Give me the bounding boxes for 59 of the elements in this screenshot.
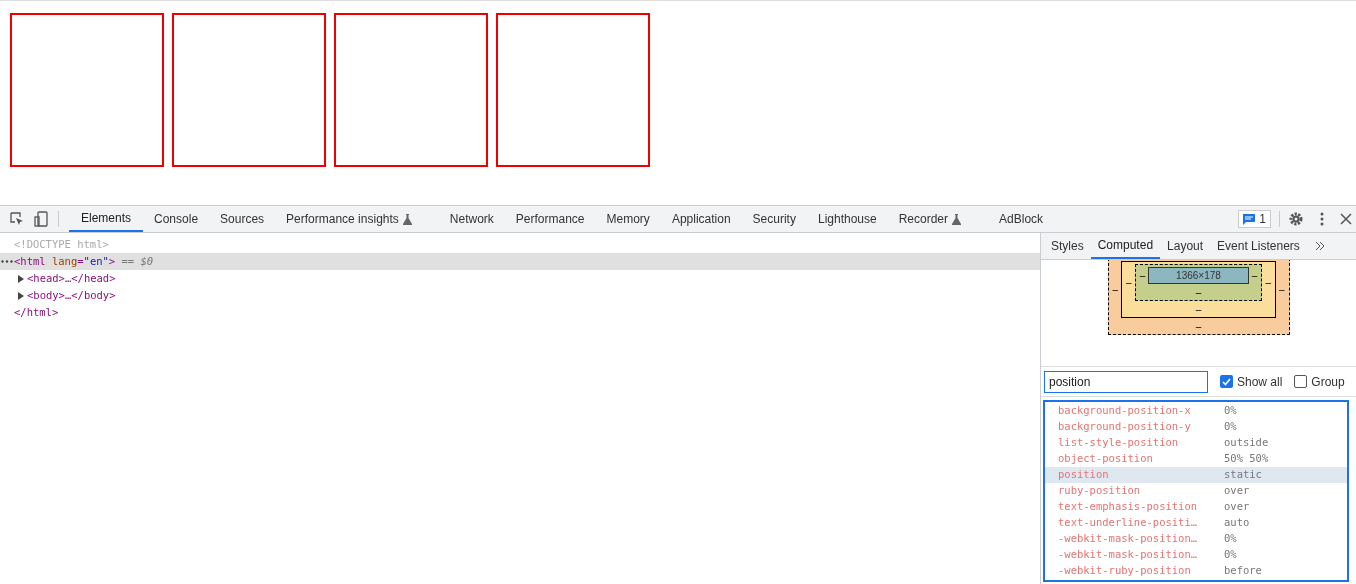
content-box: 1366×178 xyxy=(1148,267,1249,284)
expand-arrow-icon[interactable] xyxy=(18,291,24,300)
chevrons-icon[interactable] xyxy=(1314,241,1325,251)
box-model-value: – xyxy=(1112,284,1119,295)
sidebar-tab[interactable]: Styles xyxy=(1044,233,1091,259)
box-model-value: – xyxy=(1139,270,1146,281)
flask-icon xyxy=(402,213,412,225)
device-icon[interactable] xyxy=(34,211,48,227)
dom-line[interactable]: <html lang="en"> == $0 xyxy=(14,253,154,270)
box-model-value: – xyxy=(1265,277,1271,288)
more-icon[interactable] xyxy=(1320,212,1324,226)
box-model-value: – xyxy=(1251,270,1258,281)
property-row[interactable]: text-underline-positi… auto xyxy=(1045,515,1347,531)
panel-tab[interactable]: Network xyxy=(438,206,505,232)
ellipsis-icon xyxy=(1,260,13,263)
filter-input[interactable]: position xyxy=(1044,370,1208,393)
checkbox-label: Group xyxy=(1311,373,1345,391)
expand-arrow-icon[interactable] xyxy=(18,274,24,283)
box-model-value: – xyxy=(1126,277,1132,288)
sidebar-tab[interactable]: Layout xyxy=(1160,233,1211,259)
checkbox[interactable] xyxy=(1294,375,1308,388)
property-row[interactable]: ruby-position over xyxy=(1045,483,1347,499)
property-row[interactable]: -webkit-mask-position… 0% xyxy=(1045,547,1347,563)
property-row[interactable]: list-style-position outside xyxy=(1045,435,1347,451)
inspect-icon[interactable] xyxy=(10,212,24,226)
flask-icon xyxy=(952,213,962,225)
box-model-value: – xyxy=(1278,284,1285,295)
property-row[interactable]: position static xyxy=(1045,467,1347,483)
property-row[interactable]: -webkit-mask-position… 0% xyxy=(1045,531,1347,547)
message-icon xyxy=(1243,213,1256,225)
panel-tab[interactable]: Performance xyxy=(504,206,596,232)
panel-tab[interactable]: Memory xyxy=(595,206,661,232)
panel-tab[interactable]: Elements xyxy=(69,206,144,232)
property-row[interactable]: -webkit-ruby-position before xyxy=(1045,563,1347,579)
checkbox[interactable] xyxy=(1220,375,1233,388)
panel-tab[interactable]: Sources xyxy=(209,206,276,232)
panel-tab[interactable]: Application xyxy=(660,206,742,232)
dom-line[interactable]: </html> xyxy=(14,304,59,321)
panel-tab[interactable]: AdBlock xyxy=(988,206,1055,232)
dom-line[interactable]: <head>…</head> xyxy=(27,270,116,287)
sidebar-tab[interactable]: Event Listeners xyxy=(1210,233,1307,259)
panel-tab[interactable]: Performance insights xyxy=(275,206,423,232)
property-row[interactable]: text-emphasis-position over xyxy=(1045,499,1347,515)
close-icon[interactable] xyxy=(1340,213,1352,225)
box-model-value: – xyxy=(1195,288,1202,298)
panel-tab[interactable]: Recorder xyxy=(887,206,973,232)
issues-badge[interactable]: 1 xyxy=(1238,210,1271,228)
box-model-value: – xyxy=(1195,322,1202,332)
panel-tab[interactable]: Lighthouse xyxy=(806,206,888,232)
property-row[interactable]: object-position 50% 50% xyxy=(1045,451,1347,467)
dom-line[interactable]: <body>…</body> xyxy=(27,287,116,304)
panel-tab[interactable]: Security xyxy=(741,206,807,232)
checkbox-label: Show all xyxy=(1237,373,1283,391)
panel-tab[interactable]: Console xyxy=(143,206,210,232)
property-row[interactable]: background-position-y 0% xyxy=(1045,419,1347,435)
property-row[interactable]: background-position-x 0% xyxy=(1045,403,1347,419)
selected-row-highlight[interactable]: <html lang="en"> == $0 xyxy=(0,253,1040,270)
settings-icon[interactable] xyxy=(1288,211,1304,227)
box-model-value: – xyxy=(1195,305,1202,315)
